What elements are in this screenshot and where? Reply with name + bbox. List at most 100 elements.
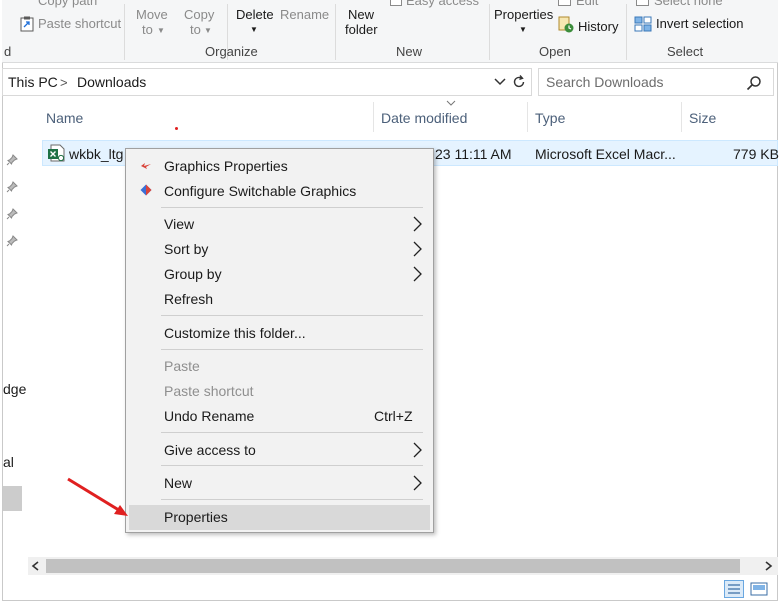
ribbon-divider [626, 4, 627, 60]
edit-button[interactable]: Edit [576, 0, 598, 8]
breadcrumb-this-pc[interactable]: This PC [8, 74, 58, 90]
ribbon: Copy path Paste shortcut Move to ▼ Copy … [2, 0, 778, 63]
properties-ribbon-button[interactable]: Properties [494, 7, 553, 22]
scroll-left-icon[interactable] [30, 560, 42, 572]
menu-item-graphics-properties[interactable]: Graphics Properties [164, 158, 288, 174]
scroll-right-icon[interactable] [762, 560, 774, 572]
menu-item-group-by[interactable]: Group by [164, 266, 222, 282]
group-label-open: Open [539, 44, 571, 59]
annotation-arrow-icon [67, 477, 128, 516]
copy-path-button[interactable]: Copy path [38, 0, 97, 8]
menu-item-new[interactable]: New [164, 475, 192, 491]
context-menu: Graphics Properties Configure Switchable… [125, 148, 434, 533]
easy-access-button[interactable]: Easy access [406, 0, 479, 8]
address-bar[interactable]: This PC > Downloads [2, 68, 532, 96]
group-label-organize: Organize [205, 44, 258, 59]
graphics-properties-icon [141, 163, 151, 169]
column-header-type[interactable]: Type [535, 110, 565, 126]
delete-button[interactable]: Delete [236, 7, 274, 22]
move-to-sub-label: to [142, 22, 153, 37]
pin-icon [6, 208, 18, 220]
chevron-right-icon [413, 475, 422, 491]
select-none-button[interactable]: Select none [654, 0, 723, 8]
invert-selection-icon [634, 16, 652, 32]
column-divider[interactable] [527, 102, 528, 132]
menu-separator [161, 499, 423, 500]
nav-item-edge[interactable]: dge [3, 381, 26, 397]
paste-shortcut-icon [20, 16, 34, 32]
ribbon-divider [124, 4, 125, 60]
undo-rename-shortcut: Ctrl+Z [374, 408, 413, 424]
move-to-button[interactable]: Move [136, 7, 168, 22]
menu-item-properties[interactable]: Properties [164, 509, 228, 525]
copy-to-sub-label: to [190, 22, 201, 37]
menu-item-refresh[interactable]: Refresh [164, 291, 213, 307]
copy-to-button[interactable]: Copy [184, 7, 214, 22]
nav-item-selected[interactable] [3, 486, 22, 511]
search-icon[interactable] [746, 75, 762, 91]
search-input[interactable]: Search Downloads [546, 74, 664, 90]
chevron-right-icon [413, 216, 422, 232]
menu-separator [161, 315, 423, 316]
large-icons-view-icon [750, 582, 768, 596]
invert-selection-button[interactable]: Invert selection [656, 16, 743, 31]
menu-separator [161, 207, 423, 208]
easy-access-icon [390, 0, 402, 6]
file-type: Microsoft Excel Macr... [535, 146, 676, 162]
pin-icon [6, 235, 18, 247]
select-none-icon [636, 0, 649, 6]
menu-separator [161, 349, 423, 350]
excel-file-icon [48, 144, 65, 162]
switchable-graphics-icon [140, 184, 152, 196]
new-folder-button-line2[interactable]: folder [345, 22, 378, 37]
edit-icon [558, 0, 571, 6]
group-label-new: New [396, 44, 423, 59]
breadcrumb-separator-icon[interactable]: > [60, 75, 68, 90]
scrollbar-thumb[interactable] [46, 559, 740, 573]
file-name[interactable]: wkbk_ltg [69, 146, 123, 162]
pin-icon [6, 181, 18, 193]
menu-item-give-access-to[interactable]: Give access to [164, 442, 256, 458]
new-folder-button[interactable]: New [348, 7, 374, 22]
group-label-clipboard: d [4, 44, 12, 59]
address-history-chevron-icon[interactable] [494, 78, 506, 86]
history-icon [558, 16, 574, 33]
column-header-name[interactable]: Name [46, 110, 83, 126]
red-dot-marker [175, 127, 178, 130]
chevron-down-icon: ▼ [519, 25, 527, 34]
chevron-down-icon: ▼ [250, 25, 258, 34]
column-header-date-modified[interactable]: Date modified [381, 110, 467, 126]
paste-shortcut-button[interactable]: Paste shortcut [38, 16, 121, 31]
group-label-select: Select [667, 44, 704, 59]
search-box[interactable]: Search Downloads [538, 68, 774, 96]
menu-separator [161, 465, 423, 466]
rename-button[interactable]: Rename [280, 7, 329, 22]
menu-separator [161, 432, 423, 433]
pin-icon [6, 154, 18, 166]
menu-item-configure-switchable-graphics[interactable]: Configure Switchable Graphics [164, 183, 356, 199]
menu-item-paste-shortcut: Paste shortcut [164, 383, 254, 399]
column-divider[interactable] [681, 102, 682, 132]
menu-item-sort-by[interactable]: Sort by [164, 241, 208, 257]
column-divider[interactable] [373, 102, 374, 132]
nav-item-al[interactable]: al [3, 454, 14, 470]
sort-indicator-icon [446, 100, 456, 106]
menu-item-customize-folder[interactable]: Customize this folder... [164, 325, 306, 341]
menu-item-undo-rename[interactable]: Undo Rename [164, 408, 254, 424]
chevron-right-icon [413, 442, 422, 458]
refresh-icon[interactable] [511, 74, 527, 90]
column-header-size[interactable]: Size [689, 110, 716, 126]
chevron-right-icon [413, 266, 422, 282]
file-size: 779 KB [733, 146, 779, 162]
chevron-down-icon: ▼ [204, 26, 212, 35]
large-icons-view-button[interactable] [749, 580, 769, 598]
details-view-icon [728, 584, 740, 594]
ribbon-divider [489, 4, 490, 60]
file-date-modified: 23 11:11 AM [435, 146, 512, 162]
menu-item-paste: Paste [164, 358, 200, 374]
history-button[interactable]: History [578, 19, 618, 34]
menu-item-view[interactable]: View [164, 216, 194, 232]
chevron-right-icon [413, 241, 422, 257]
breadcrumb-downloads[interactable]: Downloads [77, 74, 146, 90]
details-view-button[interactable] [724, 580, 744, 598]
